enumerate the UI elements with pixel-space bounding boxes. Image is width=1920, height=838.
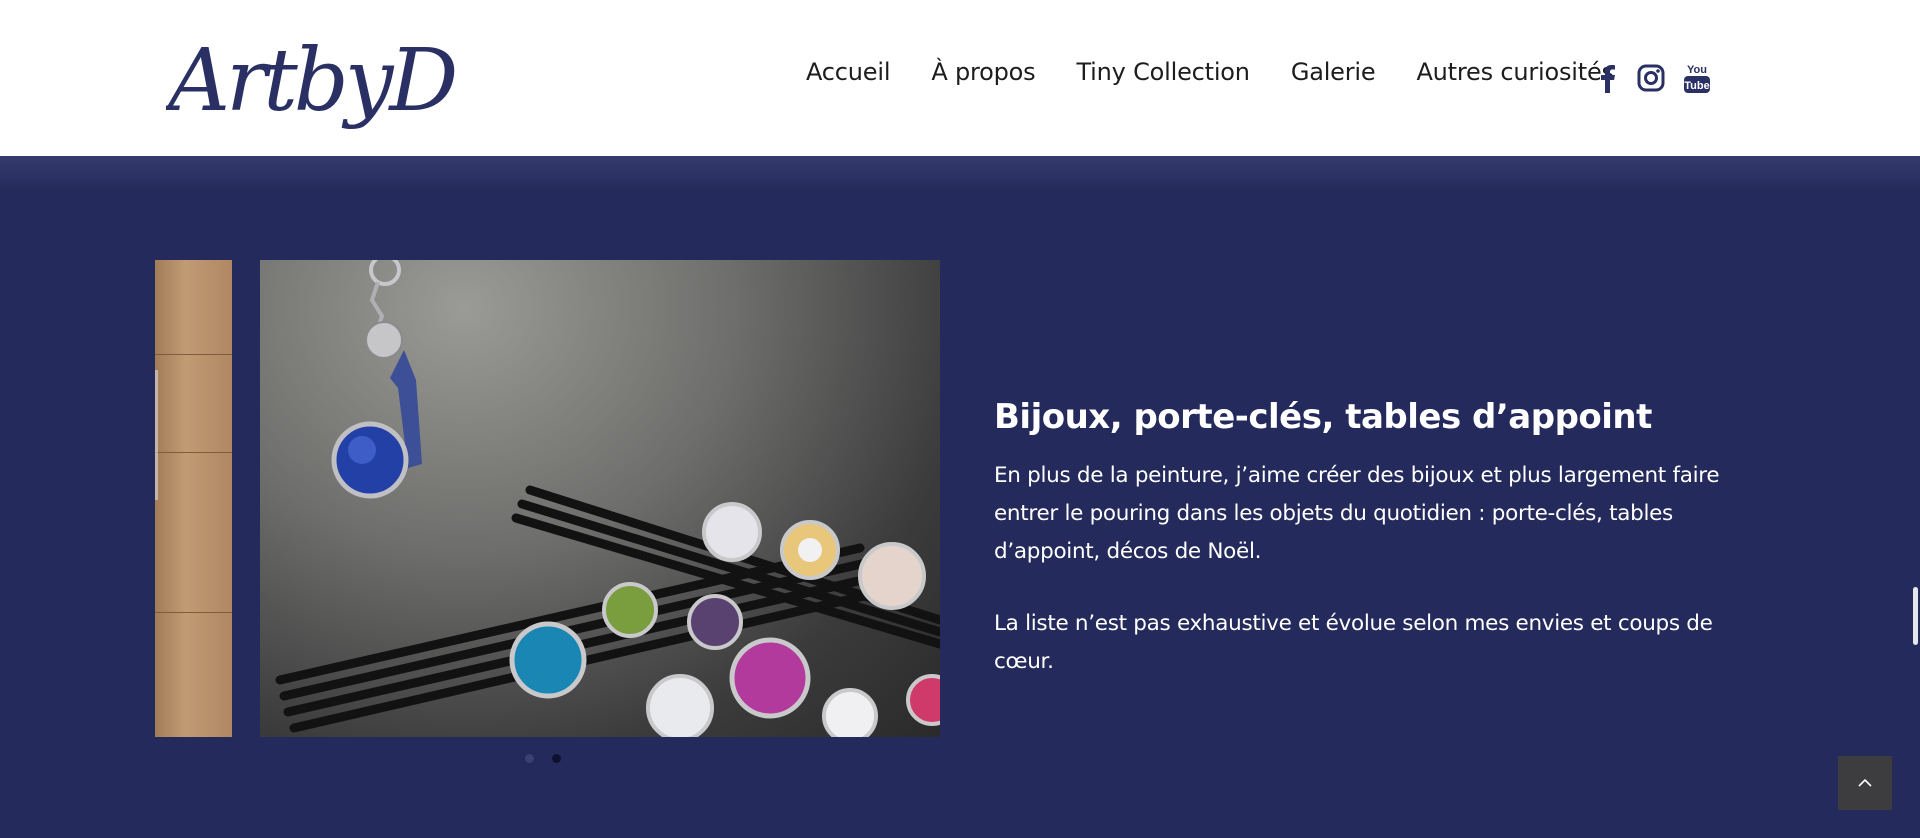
- slider-pagination: [525, 754, 561, 763]
- svg-text:You: You: [1687, 64, 1707, 76]
- svg-text:ArtbyDo: ArtbyDo: [166, 31, 456, 131]
- nav-item-accueil[interactable]: Accueil: [806, 58, 891, 86]
- youtube-icon[interactable]: You Tube: [1680, 62, 1714, 94]
- section-title: Bijoux, porte-clés, tables d’appoint: [994, 397, 1652, 437]
- slider-dot-1[interactable]: [525, 754, 534, 763]
- page-scrollbar[interactable]: [1913, 587, 1918, 645]
- slider-dot-2[interactable]: [552, 754, 561, 763]
- section-paragraph-2: La liste n’est pas exhaustive et évolue …: [994, 611, 1713, 674]
- chevron-up-icon: [1858, 778, 1872, 787]
- keychain-rings-photo: [275, 260, 940, 737]
- slide-active-image[interactable]: [260, 260, 940, 737]
- nav-item-galerie[interactable]: Galerie: [1291, 58, 1376, 86]
- back-to-top-button[interactable]: [1838, 756, 1892, 810]
- nav-item-tiny-collection[interactable]: Tiny Collection: [1076, 58, 1250, 86]
- logo-wordmark: ArtbyDo: [161, 31, 507, 131]
- nav-item-autres-curiosites[interactable]: Autres curiosités: [1416, 58, 1614, 86]
- site-logo[interactable]: ArtbyDo: [161, 14, 507, 140]
- site-header: ArtbyDo Accueil À propos Tiny Collection…: [0, 0, 1920, 156]
- svg-text:Tube: Tube: [1684, 80, 1709, 92]
- facebook-icon[interactable]: [1590, 62, 1624, 94]
- instagram-icon[interactable]: [1634, 62, 1668, 94]
- section-content: Bijoux, porte-clés, tables d’appoint En …: [994, 395, 1764, 681]
- section-paragraph-1: En plus de la peinture, j’aime créer des…: [994, 463, 1720, 564]
- main-nav: Accueil À propos Tiny Collection Galerie…: [806, 58, 1655, 86]
- nav-item-a-propos[interactable]: À propos: [931, 58, 1035, 86]
- slide-previous-image[interactable]: [155, 260, 232, 737]
